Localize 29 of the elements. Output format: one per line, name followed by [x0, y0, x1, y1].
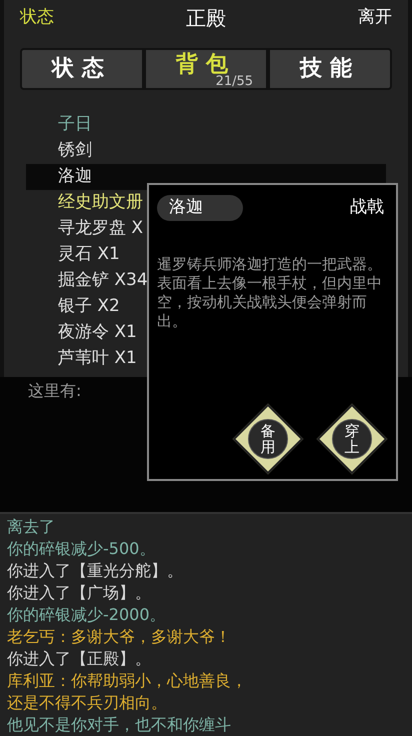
- bag-count: 21/55: [216, 75, 254, 88]
- item-label: 洛迦: [58, 165, 92, 188]
- tab[interactable]: 背包: [176, 54, 236, 76]
- log-line: 你的碎银减少-500。: [7, 538, 156, 560]
- item-label: 芦苇叶 X1: [58, 347, 137, 370]
- inventory-row[interactable]: 锈剑: [26, 138, 386, 164]
- tab[interactable]: 技能: [300, 58, 360, 80]
- item-name: 洛迦: [157, 195, 243, 220]
- log-line: 他见不是你对手，也不和你缠斗: [7, 714, 232, 736]
- inventory-row[interactable]: 子日: [26, 112, 386, 138]
- log-line: 库利亚：你帮助弱小，心地善良，还是不得不兵刃相向。: [7, 670, 248, 714]
- item-label: 锈剑: [58, 139, 92, 162]
- action-button[interactable]: 穿上: [316, 403, 388, 475]
- tab[interactable]: 状态: [52, 58, 112, 80]
- leave-link[interactable]: 离开: [358, 5, 392, 31]
- here-label: 这里有:: [28, 380, 82, 402]
- item-label: 寻龙罗盘 X: [58, 217, 144, 240]
- log-line: 你进入了【正殿】。: [7, 648, 152, 670]
- log-line: 你进入了【广场】。: [7, 582, 152, 604]
- item-label: 子日: [58, 113, 92, 136]
- status-link[interactable]: 状态: [20, 5, 54, 31]
- log-line: 你进入了【重光分舵】。: [7, 560, 184, 582]
- item-type: 战戟: [350, 196, 384, 219]
- location-title: 正殿: [186, 5, 226, 32]
- log-line: 离去了: [7, 516, 56, 538]
- action-button[interactable]: 备用: [232, 403, 304, 475]
- log-line: 老乞丐：多谢大爷，多谢大爷！: [7, 626, 232, 648]
- log-line: 你的碎银减少-2000。: [7, 604, 166, 626]
- item-description: 暹罗铸兵师洛迦打造的一把武器。表面看上去像一根手杖，但内里中空，按动机关战戟头便会弹射而出。: [157, 254, 383, 330]
